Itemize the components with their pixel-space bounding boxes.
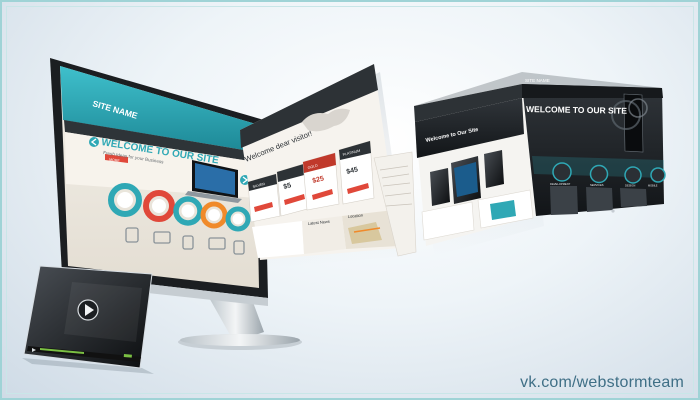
video-tablet (22, 265, 154, 374)
right-website-box: SITE NAME WELCOME TO OUR SITE Welcome to… (414, 72, 666, 256)
device-phone (484, 150, 504, 188)
scene: SITE NAME WELCOME TO OUR SITE Fresh Idea… (22, 58, 666, 374)
right-site-name: SITE NAME (525, 78, 550, 83)
latest-news-box (252, 221, 304, 258)
right-headline: WELCOME TO OUR SITE (526, 104, 627, 116)
watermark-text: vk.com/webstormteam (520, 374, 684, 391)
feature-label-1: DEVELOPMENT (550, 182, 571, 186)
device-phone (430, 168, 450, 206)
feature-label-4: MOBILE (648, 185, 658, 188)
image-frame: SITE NAME WELCOME TO OUR SITE Fresh Idea… (0, 0, 700, 400)
slider-prev-icon[interactable] (89, 137, 99, 147)
feature-label-3: DESIGN (625, 184, 635, 188)
feature-label-2: SERVICES (590, 183, 604, 187)
